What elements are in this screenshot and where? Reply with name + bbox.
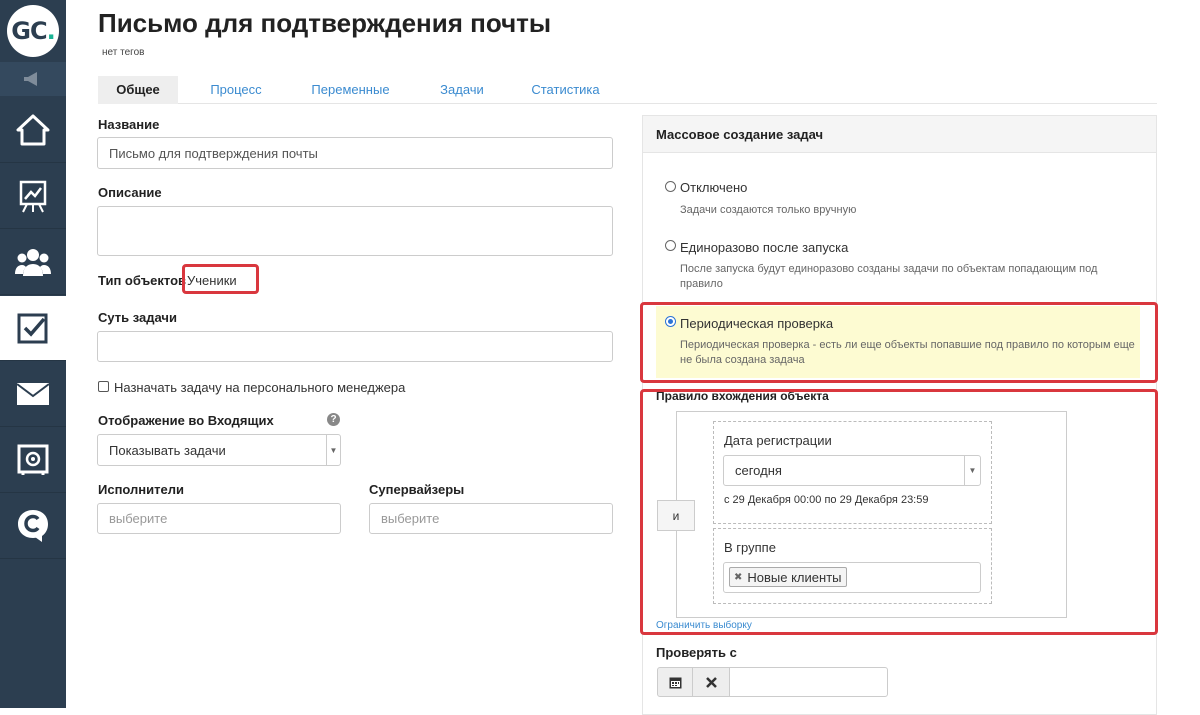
- tags-label[interactable]: нет тегов: [102, 47, 144, 58]
- logo[interactable]: GC.: [0, 0, 66, 62]
- megaphone-button[interactable]: [0, 62, 66, 96]
- tab-tasks[interactable]: Задачи: [423, 76, 501, 104]
- chevron-down-icon: ▼: [326, 435, 340, 465]
- sidebar: GC.: [0, 0, 66, 708]
- assign-manager-checkbox[interactable]: [98, 381, 109, 392]
- sidebar-item-mail[interactable]: [0, 362, 66, 427]
- inbox-display-label: Отображение во Входящих: [98, 413, 274, 428]
- safe-icon: [17, 444, 49, 475]
- assign-manager-label[interactable]: Назначать задачу на персонального менедж…: [114, 380, 405, 395]
- option-once-label[interactable]: Единоразово после запуска: [680, 240, 848, 255]
- sidebar-item-chats[interactable]: [0, 494, 66, 559]
- option-once-desc: После запуска будут единоразово созданы …: [680, 263, 1098, 290]
- sidebar-item-payments[interactable]: [0, 428, 66, 493]
- task-essence-input[interactable]: [97, 331, 613, 362]
- tab-general[interactable]: Общее: [98, 76, 178, 104]
- option-disabled-desc: Задачи создаются только вручную: [680, 204, 857, 216]
- executors-label: Исполнители: [98, 482, 184, 497]
- logo-dot: .: [46, 17, 56, 45]
- description-label: Описание: [98, 185, 162, 200]
- chart-easel-icon: [19, 180, 47, 213]
- inbox-display-value: Показывать задачи: [109, 442, 226, 458]
- page-title: Письмо для подтверждения почты: [98, 8, 552, 38]
- annotation-box-periodic: [640, 302, 1158, 383]
- executors-input[interactable]: выберите: [97, 503, 341, 534]
- logo-badge: GC.: [7, 5, 59, 57]
- sidebar-item-users[interactable]: [0, 230, 66, 295]
- calendar-icon: [669, 677, 681, 688]
- name-input[interactable]: Письмо для подтверждения почты: [97, 137, 613, 169]
- mass-tasks-title: Массовое создание задач: [643, 116, 1156, 153]
- mail-icon: [16, 383, 50, 405]
- calendar-button[interactable]: [657, 667, 693, 697]
- task-check-icon: [17, 313, 48, 344]
- sidebar-item-tasks[interactable]: [0, 296, 66, 361]
- annotation-box-rule: [640, 389, 1158, 635]
- check-from-date-input[interactable]: [729, 667, 888, 697]
- close-icon: [705, 676, 717, 688]
- tab-variables[interactable]: Переменные: [298, 76, 403, 104]
- supervisors-input[interactable]: выберите: [369, 503, 613, 534]
- megaphone-icon: [24, 72, 37, 86]
- sidebar-item-home[interactable]: [0, 98, 66, 163]
- inbox-display-select[interactable]: Показывать задачи ▼: [97, 434, 341, 466]
- sidebar-item-reports[interactable]: [0, 164, 66, 229]
- users-icon: [15, 249, 51, 276]
- option-disabled-label[interactable]: Отключено: [680, 180, 747, 195]
- home-icon: [16, 114, 50, 146]
- task-essence-label: Суть задачи: [98, 310, 177, 325]
- annotation-box-object-type: [182, 264, 259, 294]
- tab-process[interactable]: Процесс: [191, 76, 281, 104]
- description-textarea[interactable]: [97, 206, 613, 256]
- supervisors-label: Супервайзеры: [369, 482, 465, 497]
- radio-disabled[interactable]: [665, 181, 676, 192]
- object-type-label: Тип объектов: [98, 273, 187, 288]
- name-label: Название: [98, 117, 160, 132]
- radio-once[interactable]: [665, 240, 676, 251]
- logo-text: GC: [11, 17, 47, 45]
- tab-statistics[interactable]: Статистика: [523, 76, 608, 104]
- help-icon[interactable]: ?: [327, 413, 340, 426]
- chat-c-icon: [18, 510, 48, 542]
- clear-date-button[interactable]: [692, 667, 730, 697]
- tab-bar: Общее Процесс Переменные Задачи Статисти…: [98, 76, 1157, 104]
- check-from-label: Проверять с: [656, 645, 737, 660]
